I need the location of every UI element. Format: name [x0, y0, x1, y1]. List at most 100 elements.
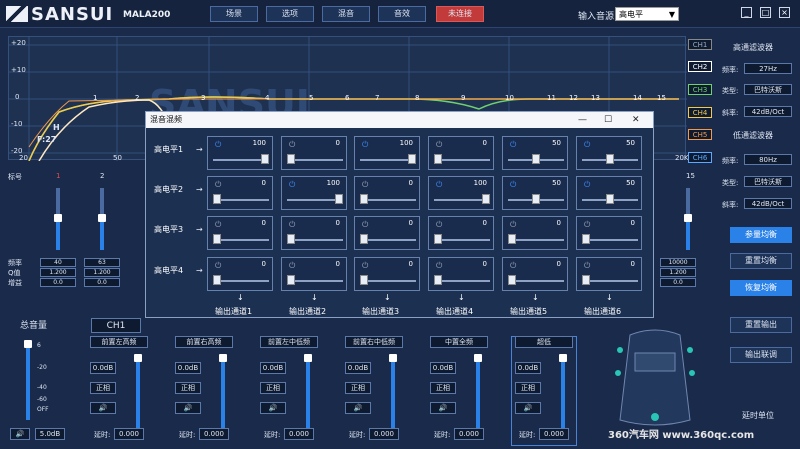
- master-volume-value[interactable]: 5.0dB: [35, 428, 65, 440]
- power-icon[interactable]: ⏻: [436, 220, 442, 230]
- close-button[interactable]: ×: [779, 7, 790, 18]
- band-marker-3[interactable]: 3: [201, 94, 205, 102]
- ch2-label[interactable]: CH2: [688, 61, 712, 72]
- band-2-slider-thumb[interactable]: [98, 214, 106, 222]
- band-1-q[interactable]: 1.200: [40, 268, 76, 277]
- lp-type-select[interactable]: 巴特沃斯: [744, 176, 792, 187]
- channel-4-gain[interactable]: 0.0dB: [345, 362, 371, 374]
- band-2-q[interactable]: 1.200: [84, 268, 120, 277]
- mix-slider-track[interactable]: [360, 199, 416, 201]
- mix-slider-track[interactable]: [213, 239, 269, 241]
- restore-eq-button[interactable]: 恢复均衡: [730, 280, 792, 296]
- channel-4-volume-thumb[interactable]: [389, 354, 397, 362]
- ch5-label[interactable]: CH5: [688, 129, 712, 140]
- band-1-slider-thumb[interactable]: [54, 214, 62, 222]
- ch3-label[interactable]: CH3: [688, 84, 712, 95]
- power-icon[interactable]: ⏻: [215, 140, 221, 150]
- maximize-button[interactable]: □: [760, 7, 771, 18]
- channel-3-gain[interactable]: 0.0dB: [260, 362, 286, 374]
- mix-slider-track[interactable]: [582, 280, 638, 282]
- mix-slider-thumb[interactable]: [335, 194, 343, 204]
- mix-slider-track[interactable]: [213, 280, 269, 282]
- channel-5-gain[interactable]: 0.0dB: [430, 362, 456, 374]
- mix-slider-track[interactable]: [434, 159, 490, 161]
- power-icon[interactable]: ⏻: [362, 261, 368, 271]
- power-icon[interactable]: ⏻: [584, 180, 590, 190]
- param-eq-button[interactable]: 参量均衡: [730, 227, 792, 243]
- band-15-slider-thumb[interactable]: [684, 214, 692, 222]
- mix-slider-track[interactable]: [287, 159, 343, 161]
- mix-slider-thumb[interactable]: [582, 275, 590, 285]
- channel-3-delay-value[interactable]: 0.000: [284, 428, 314, 440]
- mix-slider-track[interactable]: [360, 239, 416, 241]
- mix-slider-track[interactable]: [508, 280, 564, 282]
- mix-slider-track[interactable]: [434, 239, 490, 241]
- channel-1-delay-value[interactable]: 0.000: [114, 428, 144, 440]
- band-1-gain[interactable]: 0.0: [40, 278, 76, 287]
- band-marker-6[interactable]: 6: [345, 94, 349, 102]
- power-icon[interactable]: ⏻: [584, 220, 590, 230]
- mix-slider-thumb[interactable]: [532, 194, 540, 204]
- band-1-freq[interactable]: 40: [40, 258, 76, 267]
- mix-slider-thumb[interactable]: [213, 275, 221, 285]
- mix-slider-track[interactable]: [213, 199, 269, 201]
- band-2-freq[interactable]: 63: [84, 258, 120, 267]
- band-marker-10[interactable]: 10: [505, 94, 514, 102]
- power-icon[interactable]: ⏻: [215, 220, 221, 230]
- mix-slider-track[interactable]: [434, 280, 490, 282]
- mix-slider-thumb[interactable]: [532, 154, 540, 164]
- channel-2-mute-button[interactable]: 🔊: [175, 402, 201, 414]
- power-icon[interactable]: ⏻: [584, 140, 590, 150]
- scene-button[interactable]: 场景: [210, 6, 258, 22]
- channel-3-volume-thumb[interactable]: [304, 354, 312, 362]
- channel-1-gain[interactable]: 0.0dB: [90, 362, 116, 374]
- mix-slider-track[interactable]: [287, 280, 343, 282]
- mix-button[interactable]: 混音: [322, 6, 370, 22]
- power-icon[interactable]: ⏻: [289, 220, 295, 230]
- hp-freq-input[interactable]: 27Hz: [744, 63, 792, 74]
- mix-slider-thumb[interactable]: [606, 154, 614, 164]
- channel-6-delay-value[interactable]: 0.000: [539, 428, 569, 440]
- ch4-label[interactable]: CH4: [688, 107, 712, 118]
- band-marker-15[interactable]: 15: [657, 94, 666, 102]
- hp-type-select[interactable]: 巴特沃斯: [744, 84, 792, 95]
- mix-slider-thumb[interactable]: [261, 154, 269, 164]
- mix-slider-thumb[interactable]: [360, 194, 368, 204]
- effects-button[interactable]: 音效: [378, 6, 426, 22]
- channel-1-volume-thumb[interactable]: [134, 354, 142, 362]
- power-icon[interactable]: ⏻: [289, 261, 295, 271]
- band-marker-14[interactable]: 14: [633, 94, 642, 102]
- options-button[interactable]: 选项: [266, 6, 314, 22]
- channel-3-mute-button[interactable]: 🔊: [260, 402, 286, 414]
- mix-slider-thumb[interactable]: [482, 194, 490, 204]
- power-icon[interactable]: ⏻: [289, 180, 295, 190]
- mix-slider-thumb[interactable]: [582, 234, 590, 244]
- channel-2-delay-value[interactable]: 0.000: [199, 428, 229, 440]
- channel-4-delay-value[interactable]: 0.000: [369, 428, 399, 440]
- channel-1-name[interactable]: 前置左高频: [90, 336, 148, 348]
- band-marker-9[interactable]: 9: [461, 94, 465, 102]
- ch1-label[interactable]: CH1: [688, 39, 712, 50]
- mix-slider-thumb[interactable]: [434, 234, 442, 244]
- channel-6-volume-thumb[interactable]: [559, 354, 567, 362]
- mix-slider-thumb[interactable]: [434, 275, 442, 285]
- mix-slider-thumb[interactable]: [287, 275, 295, 285]
- channel-4-mute-button[interactable]: 🔊: [345, 402, 371, 414]
- power-icon[interactable]: ⏻: [362, 220, 368, 230]
- channel-5-volume-thumb[interactable]: [474, 354, 482, 362]
- mix-slider-thumb[interactable]: [287, 234, 295, 244]
- dialog-minimize-button[interactable]: —: [578, 112, 587, 128]
- channel-1-mute-button[interactable]: 🔊: [90, 402, 116, 414]
- ch6-label[interactable]: CH6: [688, 152, 712, 163]
- band-marker-12[interactable]: 12: [569, 94, 578, 102]
- mix-slider-thumb[interactable]: [213, 234, 221, 244]
- band-marker-7[interactable]: 7: [375, 94, 379, 102]
- band-2-gain[interactable]: 0.0: [84, 278, 120, 287]
- power-icon[interactable]: ⏻: [436, 261, 442, 271]
- band-15-gain[interactable]: 0.0: [660, 278, 696, 287]
- mix-slider-track[interactable]: [360, 280, 416, 282]
- power-icon[interactable]: ⏻: [510, 140, 516, 150]
- band-marker-2[interactable]: 2: [135, 94, 139, 102]
- band-15-q[interactable]: 1.200: [660, 268, 696, 277]
- minimize-button[interactable]: _: [741, 7, 752, 18]
